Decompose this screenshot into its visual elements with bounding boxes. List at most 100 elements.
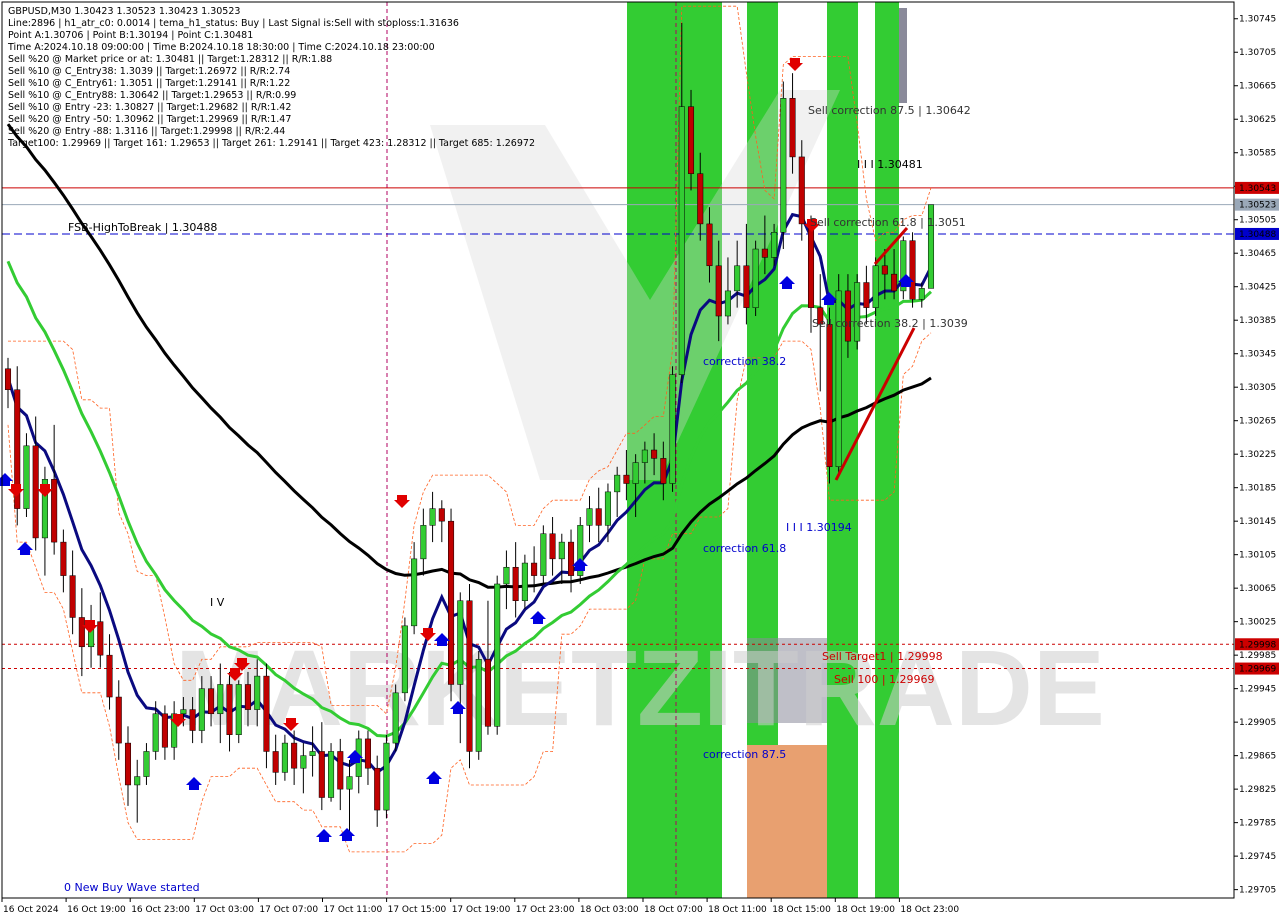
candle-body: [134, 776, 141, 786]
price-tick-label: 1.30345: [1239, 350, 1276, 360]
correction-87-label: correction 87.5: [703, 748, 786, 761]
candle-body: [761, 248, 768, 258]
info-line-9: Sell %10 @ Entry -23: 1.30827 || Target:…: [8, 102, 291, 113]
candle-body: [669, 374, 676, 484]
candle-body: [807, 223, 815, 308]
candle-body: [475, 659, 482, 752]
candle-body: [595, 508, 602, 526]
price-tag-label: 1.30543: [1239, 184, 1276, 194]
candle-body: [124, 742, 132, 786]
time-tick-label: 18 Oct 15:00: [772, 905, 831, 915]
price-tick-label: 1.30665: [1239, 82, 1276, 92]
candle-body: [346, 776, 353, 790]
candle-body: [235, 684, 242, 735]
sell-target1-label: Sell Target1 | 1.29998: [822, 650, 943, 663]
price-tick-label: 1.30065: [1239, 584, 1276, 594]
candle-body: [51, 479, 58, 543]
candle-body: [438, 508, 445, 522]
price-tick-label: 1.29705: [1239, 886, 1276, 896]
candle-body: [217, 684, 224, 715]
info-line-11: Sell %20 @ Entry -88: 1.3116 || Target:1…: [8, 126, 285, 137]
candle-body: [678, 106, 685, 375]
candle-body: [688, 106, 695, 174]
price-chart[interactable]: MARKETZITRADE FSB-HighToBreak | 1.30488 Se…: [0, 0, 1280, 920]
projection-zone: [747, 745, 827, 898]
candle-body: [254, 675, 261, 710]
candle-body: [189, 709, 196, 731]
candle-body: [106, 654, 113, 698]
price-tick-label: 1.29905: [1239, 718, 1276, 728]
candle-body: [651, 449, 658, 459]
candle-body: [291, 742, 298, 769]
candle-body: [23, 445, 30, 509]
candle-body: [180, 709, 187, 715]
time-tick-label: 16 Oct 19:00: [67, 905, 126, 915]
candle-body: [724, 290, 731, 317]
candle-body: [115, 696, 122, 744]
candle-body: [69, 575, 76, 618]
candle-body: [226, 684, 233, 735]
candle-body: [660, 458, 667, 484]
price-tick-label: 1.29785: [1239, 819, 1276, 829]
time-tick-label: 18 Oct 11:00: [708, 905, 767, 915]
info-line-8: Sell %10 @ C_Entry88: 1.30642 || Target:…: [8, 90, 296, 101]
candle-body: [32, 445, 39, 539]
fsb-label: FSB-HighToBreak | 1.30488: [68, 221, 217, 234]
candle-body: [503, 566, 510, 585]
candle-body: [909, 240, 916, 300]
time-tick-label: 18 Oct 03:00: [580, 905, 639, 915]
candle-body: [549, 533, 556, 560]
time-tick-label: 17 Oct 19:00: [452, 905, 511, 915]
candle-body: [863, 282, 870, 308]
candle-body: [364, 738, 371, 769]
candle-body: [798, 156, 805, 225]
new-buy-wave-label: 0 New Buy Wave started: [64, 881, 200, 894]
candle-body: [558, 541, 565, 560]
price-tag-label: 1.29969: [1239, 665, 1276, 675]
price-tag-label: 1.30488: [1239, 230, 1276, 240]
candle-body: [208, 688, 215, 715]
candle-body: [383, 742, 390, 811]
candle-body: [244, 684, 251, 710]
info-line-4: Time A:2024.10.18 09:00:00 | Time B:2024…: [7, 42, 435, 53]
time-tick-label: 17 Oct 07:00: [259, 905, 318, 915]
price-tick-label: 1.30585: [1239, 149, 1276, 159]
price-tick-label: 1.30185: [1239, 484, 1276, 494]
candle-body: [309, 751, 316, 756]
point-c-label: I I I 1.30481: [857, 158, 923, 171]
sell-correction-61-label: Sell correction 61.8 | 1.3051: [810, 216, 966, 229]
candle-body: [281, 742, 288, 773]
price-tick-label: 1.30225: [1239, 450, 1276, 460]
price-tick-label: 1.30425: [1239, 283, 1276, 293]
sell-100-label: Sell 100 | 1.29969: [834, 673, 935, 686]
candle-body: [614, 474, 621, 493]
candle-body: [780, 98, 787, 233]
signal-zone-4: [875, 2, 899, 898]
info-line-2: Line:2896 | h1_atr_c0: 0.0014 | tema_h1_…: [8, 18, 459, 29]
candle-body: [457, 600, 464, 685]
chart-window[interactable]: MARKETZITRADE FSB-HighToBreak | 1.30488 Se…: [0, 0, 1280, 920]
candle-body: [466, 600, 473, 752]
price-tick-label: 1.30105: [1239, 551, 1276, 561]
price-tick-label: 1.30705: [1239, 48, 1276, 58]
info-line-12: Target100: 1.29969 || Target 161: 1.2965…: [7, 138, 535, 149]
candle-body: [263, 675, 270, 752]
candle-body: [697, 173, 704, 225]
time-tick-label: 16 Oct 2024: [3, 905, 59, 915]
time-tick-label: 17 Oct 23:00: [516, 905, 575, 915]
time-tick-label: 18 Oct 23:00: [900, 905, 959, 915]
grey-marker-zone: [899, 8, 907, 103]
time-tick-label: 18 Oct 19:00: [836, 905, 895, 915]
price-tag-label: 1.30523: [1239, 201, 1276, 211]
candle-body: [143, 751, 150, 777]
candle-body: [374, 767, 381, 811]
correction-61-label: correction 61.8: [703, 542, 786, 555]
candle-body: [97, 621, 104, 656]
candle-body: [78, 617, 85, 648]
watermark: MARKETZITRADE: [175, 627, 1105, 748]
time-tick-label: 18 Oct 07:00: [644, 905, 703, 915]
candle-body: [568, 541, 575, 576]
price-tick-label: 1.30025: [1239, 618, 1276, 628]
candle-body: [706, 223, 713, 267]
candle-body: [891, 273, 898, 292]
